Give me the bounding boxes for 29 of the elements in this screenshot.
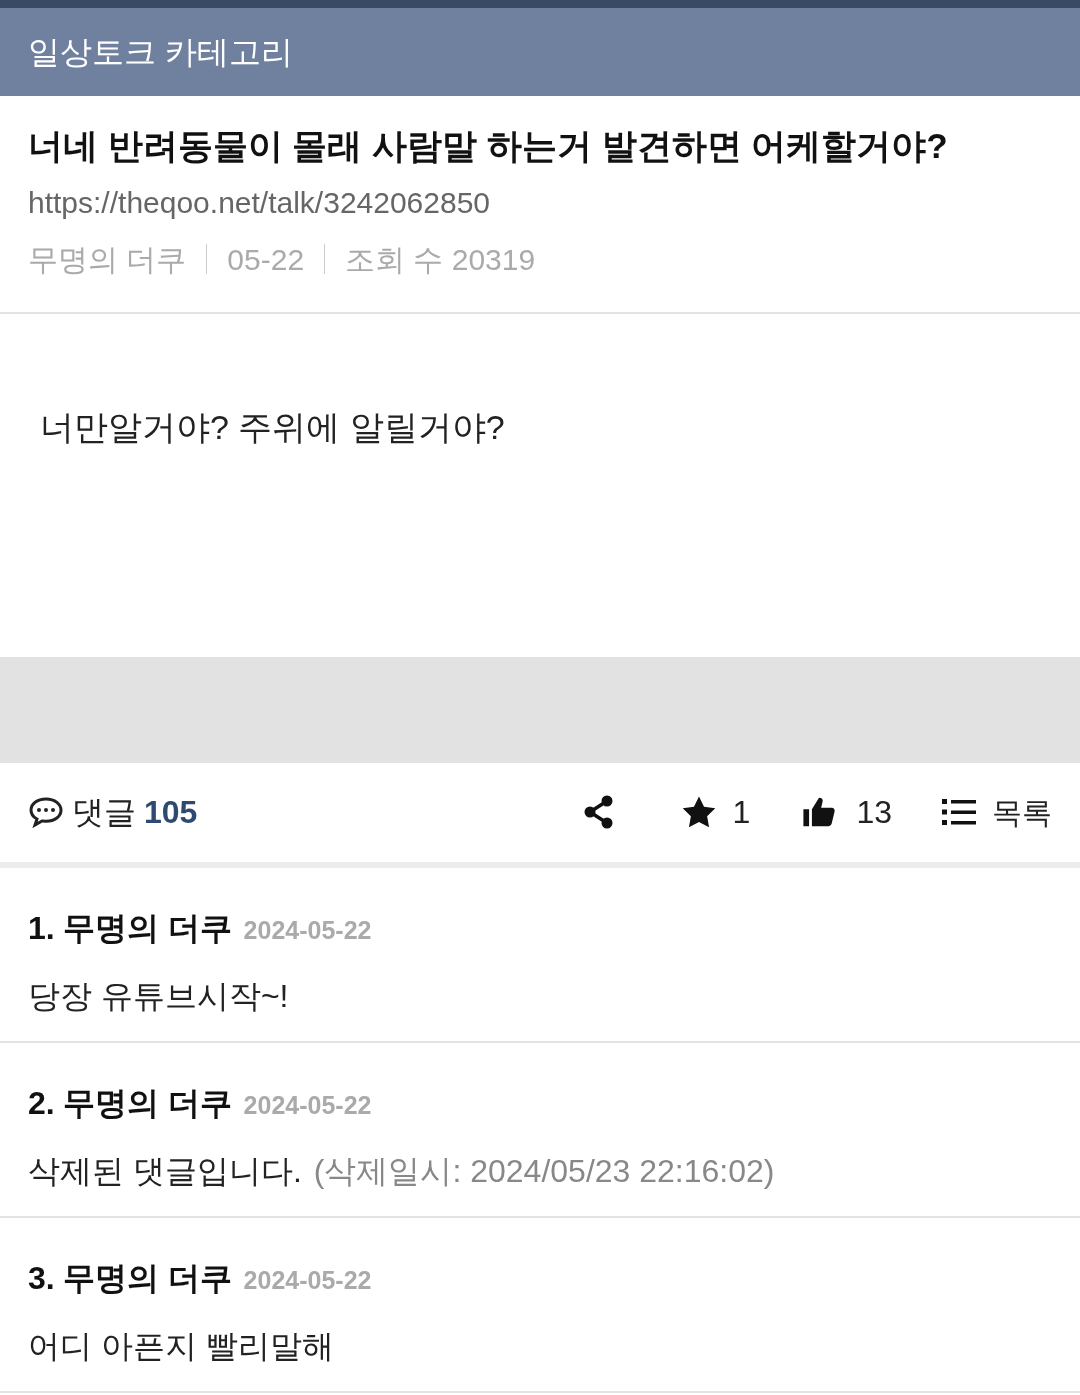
- post-meta: 조회 수 20319: [345, 241, 536, 278]
- post-body: 너만알거야? 주위에 알릴거야?: [40, 406, 506, 448]
- comment-author: 무명의 더쿠: [62, 1258, 232, 1298]
- star-icon[interactable]: [680, 795, 717, 830]
- comment-number: 3.: [28, 1258, 55, 1298]
- comments-label: 댓글: [72, 793, 136, 833]
- star-count: 1: [732, 793, 751, 833]
- comments-count: 105: [144, 793, 198, 833]
- comment-text: 어디 아픈지 빨리말해: [28, 1326, 334, 1366]
- like-count: 13: [856, 793, 892, 833]
- comment-number: 2.: [28, 1083, 55, 1123]
- comment-author: 무명의 더쿠: [62, 1083, 232, 1123]
- list-button[interactable]: 목록: [992, 789, 1052, 835]
- post-meta: 05-22: [227, 241, 305, 278]
- category-title: 일상토크 카테고리: [28, 33, 293, 72]
- comment-date: 2024-05-22: [243, 914, 372, 946]
- list-icon[interactable]: [942, 798, 976, 827]
- post-title: 너네 반려동물이 몰래 사람말 하는거 발견하면 어케할거야?: [28, 125, 949, 167]
- comment-text: 당장 유튜브시작~!: [28, 976, 289, 1016]
- comment-author: 무명의 더쿠: [62, 908, 232, 948]
- comment-number: 1.: [28, 908, 55, 948]
- post-meta: 무명의 더쿠: [28, 241, 187, 278]
- comment-text: 삭제된 댓글입니다.: [28, 1151, 302, 1191]
- speech-bubble-icon: [28, 796, 64, 829]
- comment-date: 2024-05-22: [243, 1264, 372, 1296]
- deleted-time-note: (삭제일시: 2024/05/23 22:16:02): [313, 1151, 775, 1191]
- comment-date: 2024-05-22: [243, 1089, 372, 1121]
- share-icon[interactable]: [582, 795, 615, 830]
- post-url[interactable]: https://theqoo.net/talk/3242062850: [28, 179, 1052, 225]
